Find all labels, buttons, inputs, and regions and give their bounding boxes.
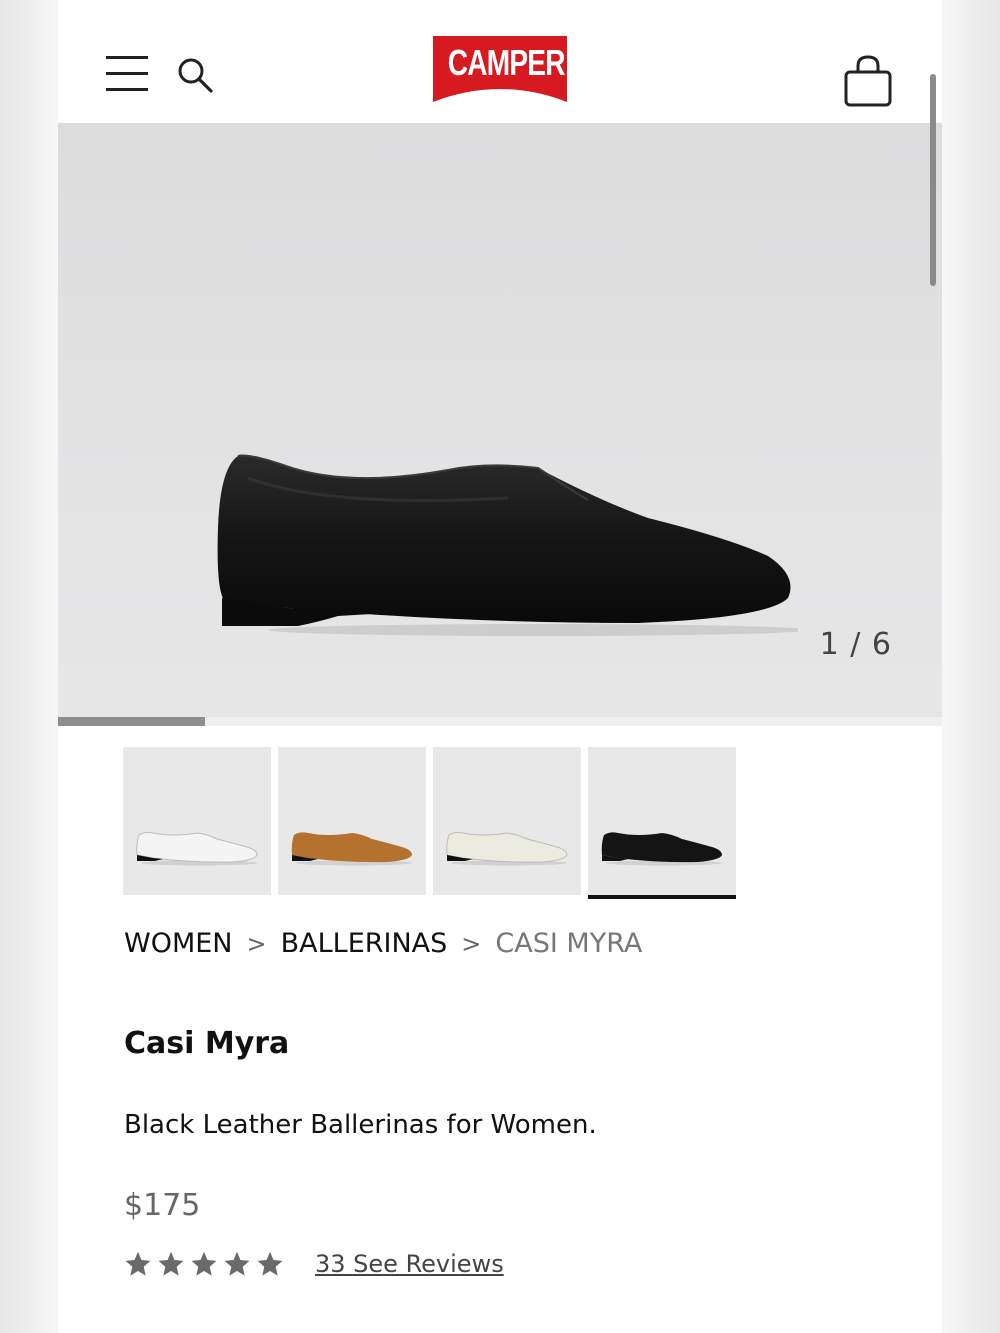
thumbnail-shoe-image bbox=[601, 832, 722, 866]
product-hero-image[interactable]: 1 / 6 bbox=[58, 123, 942, 717]
black-ballerina-shoe-image bbox=[217, 454, 798, 636]
product-price: $175 bbox=[124, 1188, 201, 1223]
star-icon bbox=[257, 1251, 283, 1276]
site-header: CAMPER bbox=[58, 0, 942, 123]
breadcrumb-current: CASI MYRA bbox=[495, 928, 643, 959]
breadcrumb-separator: > bbox=[461, 929, 482, 958]
thumbnail-shoe-image bbox=[291, 832, 412, 866]
product-description: Black Leather Ballerinas for Women. bbox=[124, 1110, 597, 1140]
star-icon bbox=[191, 1251, 217, 1276]
thumbnail-shoe-image bbox=[446, 831, 568, 866]
slide-counter: 1 / 6 bbox=[819, 627, 892, 662]
star-icon bbox=[125, 1251, 151, 1276]
hamburger-menu-icon[interactable] bbox=[106, 56, 148, 92]
see-reviews-link[interactable]: 33 See Reviews bbox=[315, 1250, 504, 1278]
scrollbar[interactable] bbox=[930, 74, 936, 286]
thumbnail-white[interactable] bbox=[123, 747, 271, 895]
star-icon bbox=[158, 1251, 184, 1276]
breadcrumb-ballerinas[interactable]: BALLERINAS bbox=[281, 928, 448, 959]
product-page: CAMPER 1 / 6 WOMEN > BALLERINAS > CASI M… bbox=[58, 0, 942, 1333]
rating-stars bbox=[124, 1250, 289, 1278]
thumbnail-cream[interactable] bbox=[433, 747, 581, 895]
breadcrumb-separator: > bbox=[246, 929, 267, 958]
thumbnail-black[interactable] bbox=[588, 747, 736, 899]
gallery-progress-track bbox=[58, 717, 942, 726]
breadcrumb: WOMEN > BALLERINAS > CASI MYRA bbox=[124, 928, 642, 959]
logo-wordmark: CAMPER bbox=[447, 42, 566, 83]
star-icon bbox=[224, 1251, 250, 1276]
search-icon[interactable] bbox=[176, 56, 214, 94]
gallery-progress-fill bbox=[58, 717, 206, 726]
product-title: Casi Myra bbox=[124, 1026, 290, 1061]
breadcrumb-women[interactable]: WOMEN bbox=[124, 928, 233, 959]
thumbnail-shoe-image bbox=[136, 831, 258, 866]
camper-logo[interactable]: CAMPER bbox=[433, 36, 567, 104]
shopping-bag-icon[interactable] bbox=[844, 54, 892, 108]
thumbnail-brown[interactable] bbox=[278, 747, 426, 895]
product-rating: 33 See Reviews bbox=[124, 1250, 504, 1278]
